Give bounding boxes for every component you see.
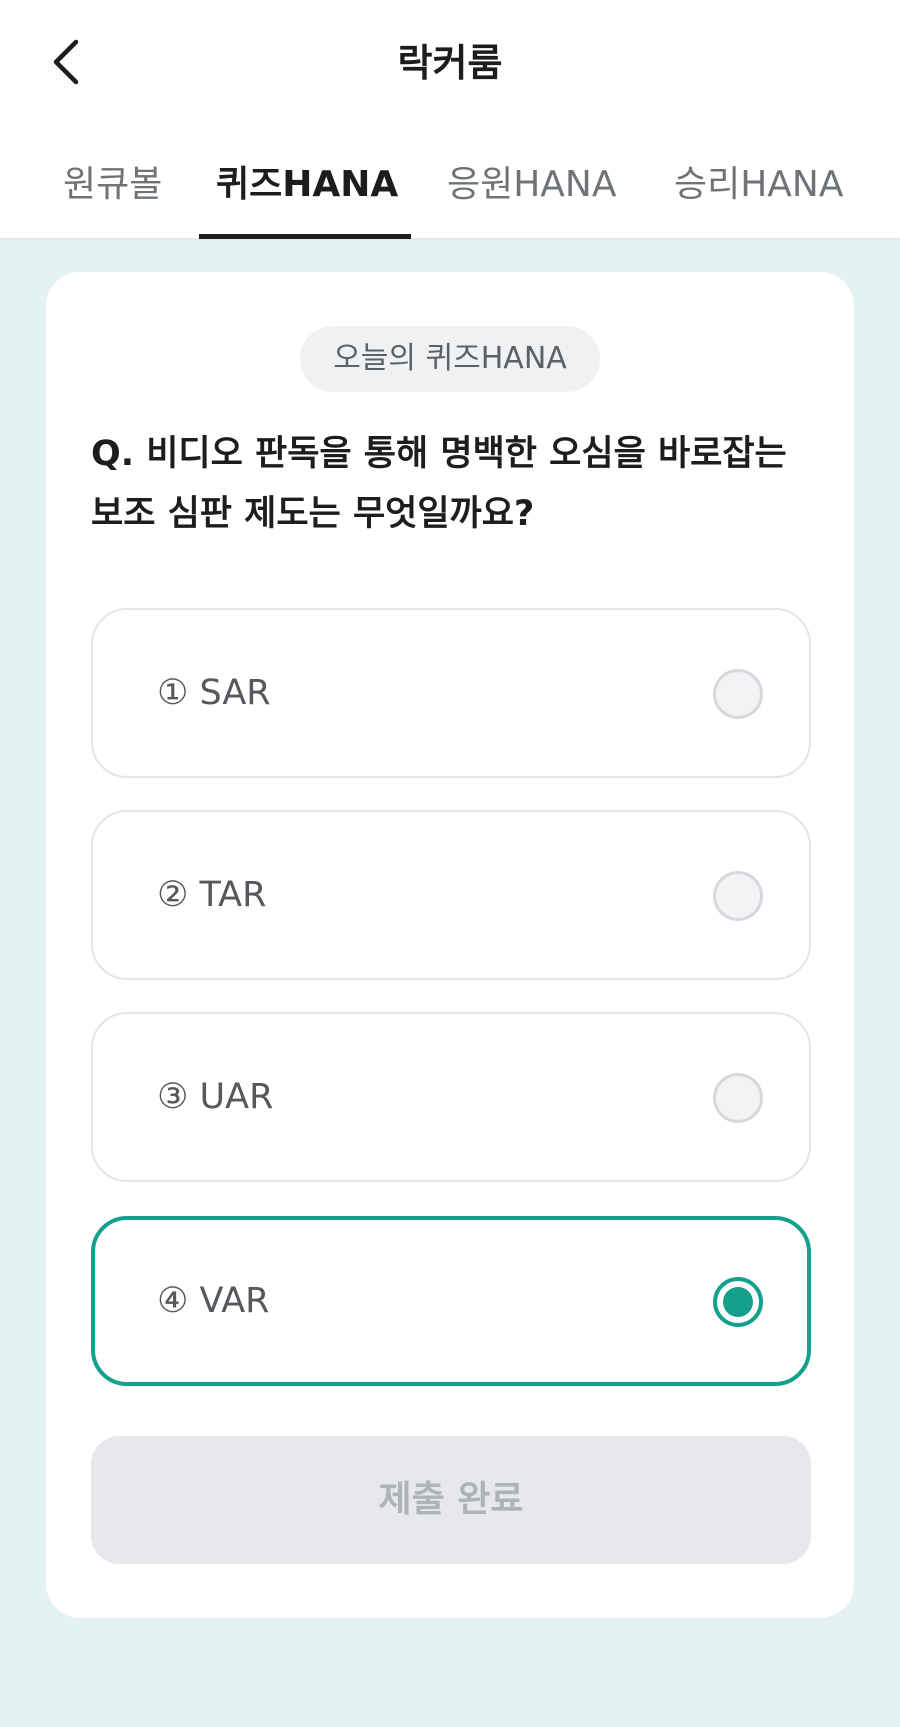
quiz-question: Q. 비디오 판독을 통해 명백한 오심을 바로잡는 보조 심판 제도는 무엇일… <box>91 424 811 544</box>
option-label: ④ VAR <box>157 1281 270 1321</box>
radio-button[interactable] <box>713 669 763 719</box>
active-tab-indicator <box>199 234 411 239</box>
quiz-option-4[interactable]: ④ VAR <box>91 1216 811 1386</box>
option-label: ③ UAR <box>157 1077 274 1117</box>
question-line-2: 보조 심판 제도는 무엇일까요? <box>91 494 535 534</box>
page-title: 락커룸 <box>397 41 503 85</box>
tab-victory-hana[interactable]: 승리HANA <box>674 162 844 240</box>
quiz-option-2[interactable]: ② TAR <box>91 810 811 980</box>
tab-cheer-hana[interactable]: 응원HANA <box>447 162 617 240</box>
submit-button[interactable]: 제출 완료 <box>91 1436 811 1564</box>
app-header: 락커룸 <box>0 0 900 130</box>
quiz-card: 오늘의 퀴즈HANA Q. 비디오 판독을 통해 명백한 오심을 바로잡는 보조… <box>46 272 854 1618</box>
quiz-option-1[interactable]: ① SAR <box>91 608 811 778</box>
question-line-1: Q. 비디오 판독을 통해 명백한 오심을 바로잡는 <box>91 434 787 474</box>
radio-button[interactable] <box>713 1073 763 1123</box>
quiz-option-3[interactable]: ③ UAR <box>91 1012 811 1182</box>
tab-quiz-hana[interactable]: 퀴즈HANA <box>216 162 398 240</box>
quiz-badge: 오늘의 퀴즈HANA <box>300 326 600 392</box>
option-label: ② TAR <box>157 875 267 915</box>
radio-dot <box>723 1287 753 1317</box>
radio-button[interactable] <box>713 871 763 921</box>
tab-wonqball[interactable]: 원큐볼 <box>63 162 162 240</box>
option-label: ① SAR <box>157 673 271 713</box>
radio-button-selected[interactable] <box>713 1277 763 1327</box>
tab-bar: 원큐볼 퀴즈HANA 응원HANA 승리HANA <box>0 130 900 240</box>
